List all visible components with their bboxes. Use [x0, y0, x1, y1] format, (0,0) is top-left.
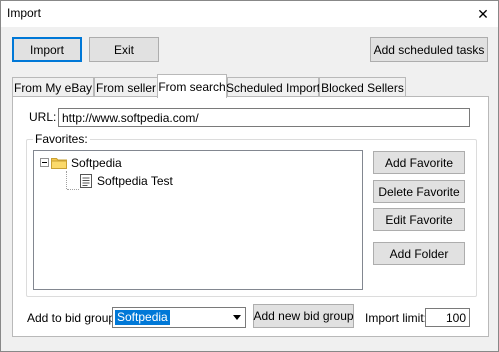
title-bar: Import ✕ [1, 1, 498, 27]
tab-scheduled-import[interactable]: Scheduled Import [226, 77, 320, 97]
bid-group-label: Add to bid group: [27, 311, 119, 325]
url-label: URL: [29, 110, 57, 124]
bid-group-select[interactable]: Softpedia [112, 307, 246, 328]
add-new-bid-group-button[interactable]: Add new bid group [253, 304, 354, 328]
folder-icon [51, 157, 67, 169]
tree-item-softpedia-test[interactable]: Softpedia Test [80, 172, 173, 189]
tab-from-my-ebay[interactable]: From My eBay [12, 77, 94, 97]
from-search-panel: URL: http://www.softpedia.com/ Favorites… [12, 96, 489, 337]
tab-blocked-sellers[interactable]: Blocked Sellers [319, 77, 406, 97]
tab-from-search[interactable]: From search [157, 74, 227, 98]
import-window: Import ✕ Import Exit Add scheduled tasks… [0, 0, 499, 352]
chevron-down-icon[interactable] [228, 308, 245, 327]
delete-favorite-button[interactable]: Delete Favorite [373, 180, 465, 203]
window-title: Import [7, 6, 42, 20]
close-button[interactable]: ✕ [468, 1, 498, 27]
url-input[interactable]: http://www.softpedia.com/ [58, 108, 470, 127]
tree-item-label: Softpedia [71, 155, 122, 170]
add-folder-button[interactable]: Add Folder [373, 242, 465, 265]
favorites-group: Favorites: Softpedia Softpedia Test Add … [26, 132, 477, 297]
import-button[interactable]: Import [12, 37, 82, 62]
add-favorite-button[interactable]: Add Favorite [373, 151, 465, 174]
close-icon: ✕ [477, 5, 489, 22]
import-limit-input[interactable]: 100 [425, 308, 470, 327]
tree-item-label: Softpedia Test [97, 173, 173, 188]
bid-group-selected-value: Softpedia [115, 310, 170, 325]
tree-item-softpedia[interactable]: Softpedia [40, 154, 122, 171]
document-icon [80, 173, 92, 188]
import-limit-label: Import limit: [365, 311, 428, 325]
collapse-icon[interactable] [40, 158, 49, 167]
edit-favorite-button[interactable]: Edit Favorite [373, 208, 465, 231]
exit-button[interactable]: Exit [89, 37, 159, 62]
add-scheduled-tasks-button[interactable]: Add scheduled tasks [370, 37, 488, 62]
favorites-tree[interactable]: Softpedia Softpedia Test [33, 150, 363, 290]
favorites-label: Favorites: [33, 132, 90, 146]
tab-from-seller[interactable]: From seller [94, 77, 158, 97]
